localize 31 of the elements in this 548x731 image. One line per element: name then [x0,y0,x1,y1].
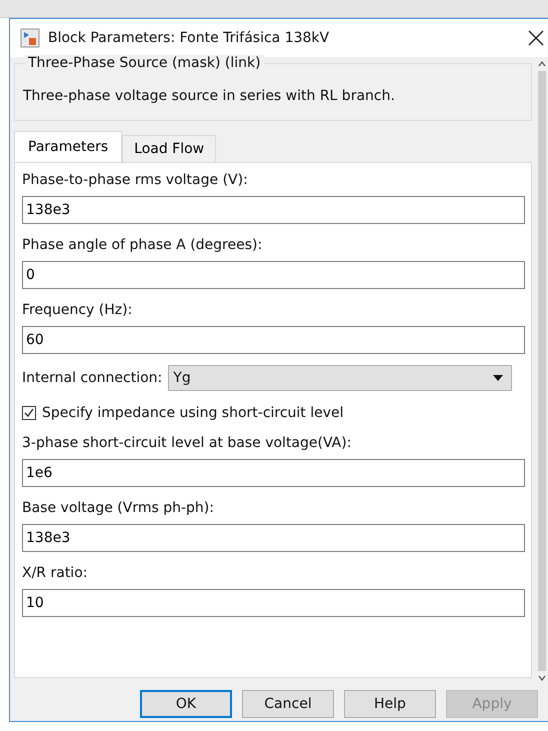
field-label: 3-phase short-circuit level at base voltage(VA): [22,434,352,453]
window-title: Block Parameters: Fonte Trifásica 138kV [48,30,330,46]
scroll-thumb[interactable] [538,71,546,671]
field-label: Frequency (Hz): [22,301,134,320]
block-icon [20,28,40,48]
dialog-button[interactable]: Help [344,690,436,718]
field-label: Phase-to-phase rms voltage (V): [22,171,249,190]
field-label: Phase angle of phase A (degrees): [22,236,264,255]
input-field[interactable]: 0 [22,261,525,289]
input-field[interactable]: 60 [22,326,525,354]
dialog-button[interactable]: OK [140,690,232,718]
tab[interactable]: Load Flow [122,135,216,162]
checkbox[interactable] [22,406,36,420]
checkbox-label: Specify impedance using short-circuit level [42,405,344,421]
field-label: Internal connection: [22,369,162,388]
field-label: X/R ratio: [22,564,88,583]
scroll-up-icon[interactable] [538,61,546,67]
close-icon[interactable] [528,30,544,46]
caret-icon [493,375,504,381]
input-field[interactable]: 1e6 [22,459,525,487]
mask-description: Three-phase voltage source in series with RL branch. [23,87,396,104]
group-title: Three-Phase Source (mask) (link) [25,55,264,71]
dropdown[interactable]: Yg [168,365,512,391]
input-field[interactable]: 138e3 [22,196,525,224]
input-field[interactable]: 10 [22,589,525,617]
dialog-button[interactable]: Cancel [242,690,334,718]
field-label: Base voltage (Vrms ph-ph): [22,499,215,518]
tab[interactable]: Parameters [14,131,122,162]
scrollbar[interactable] [537,61,547,681]
input-field[interactable]: 138e3 [22,524,525,552]
scroll-down-icon[interactable] [538,675,546,681]
